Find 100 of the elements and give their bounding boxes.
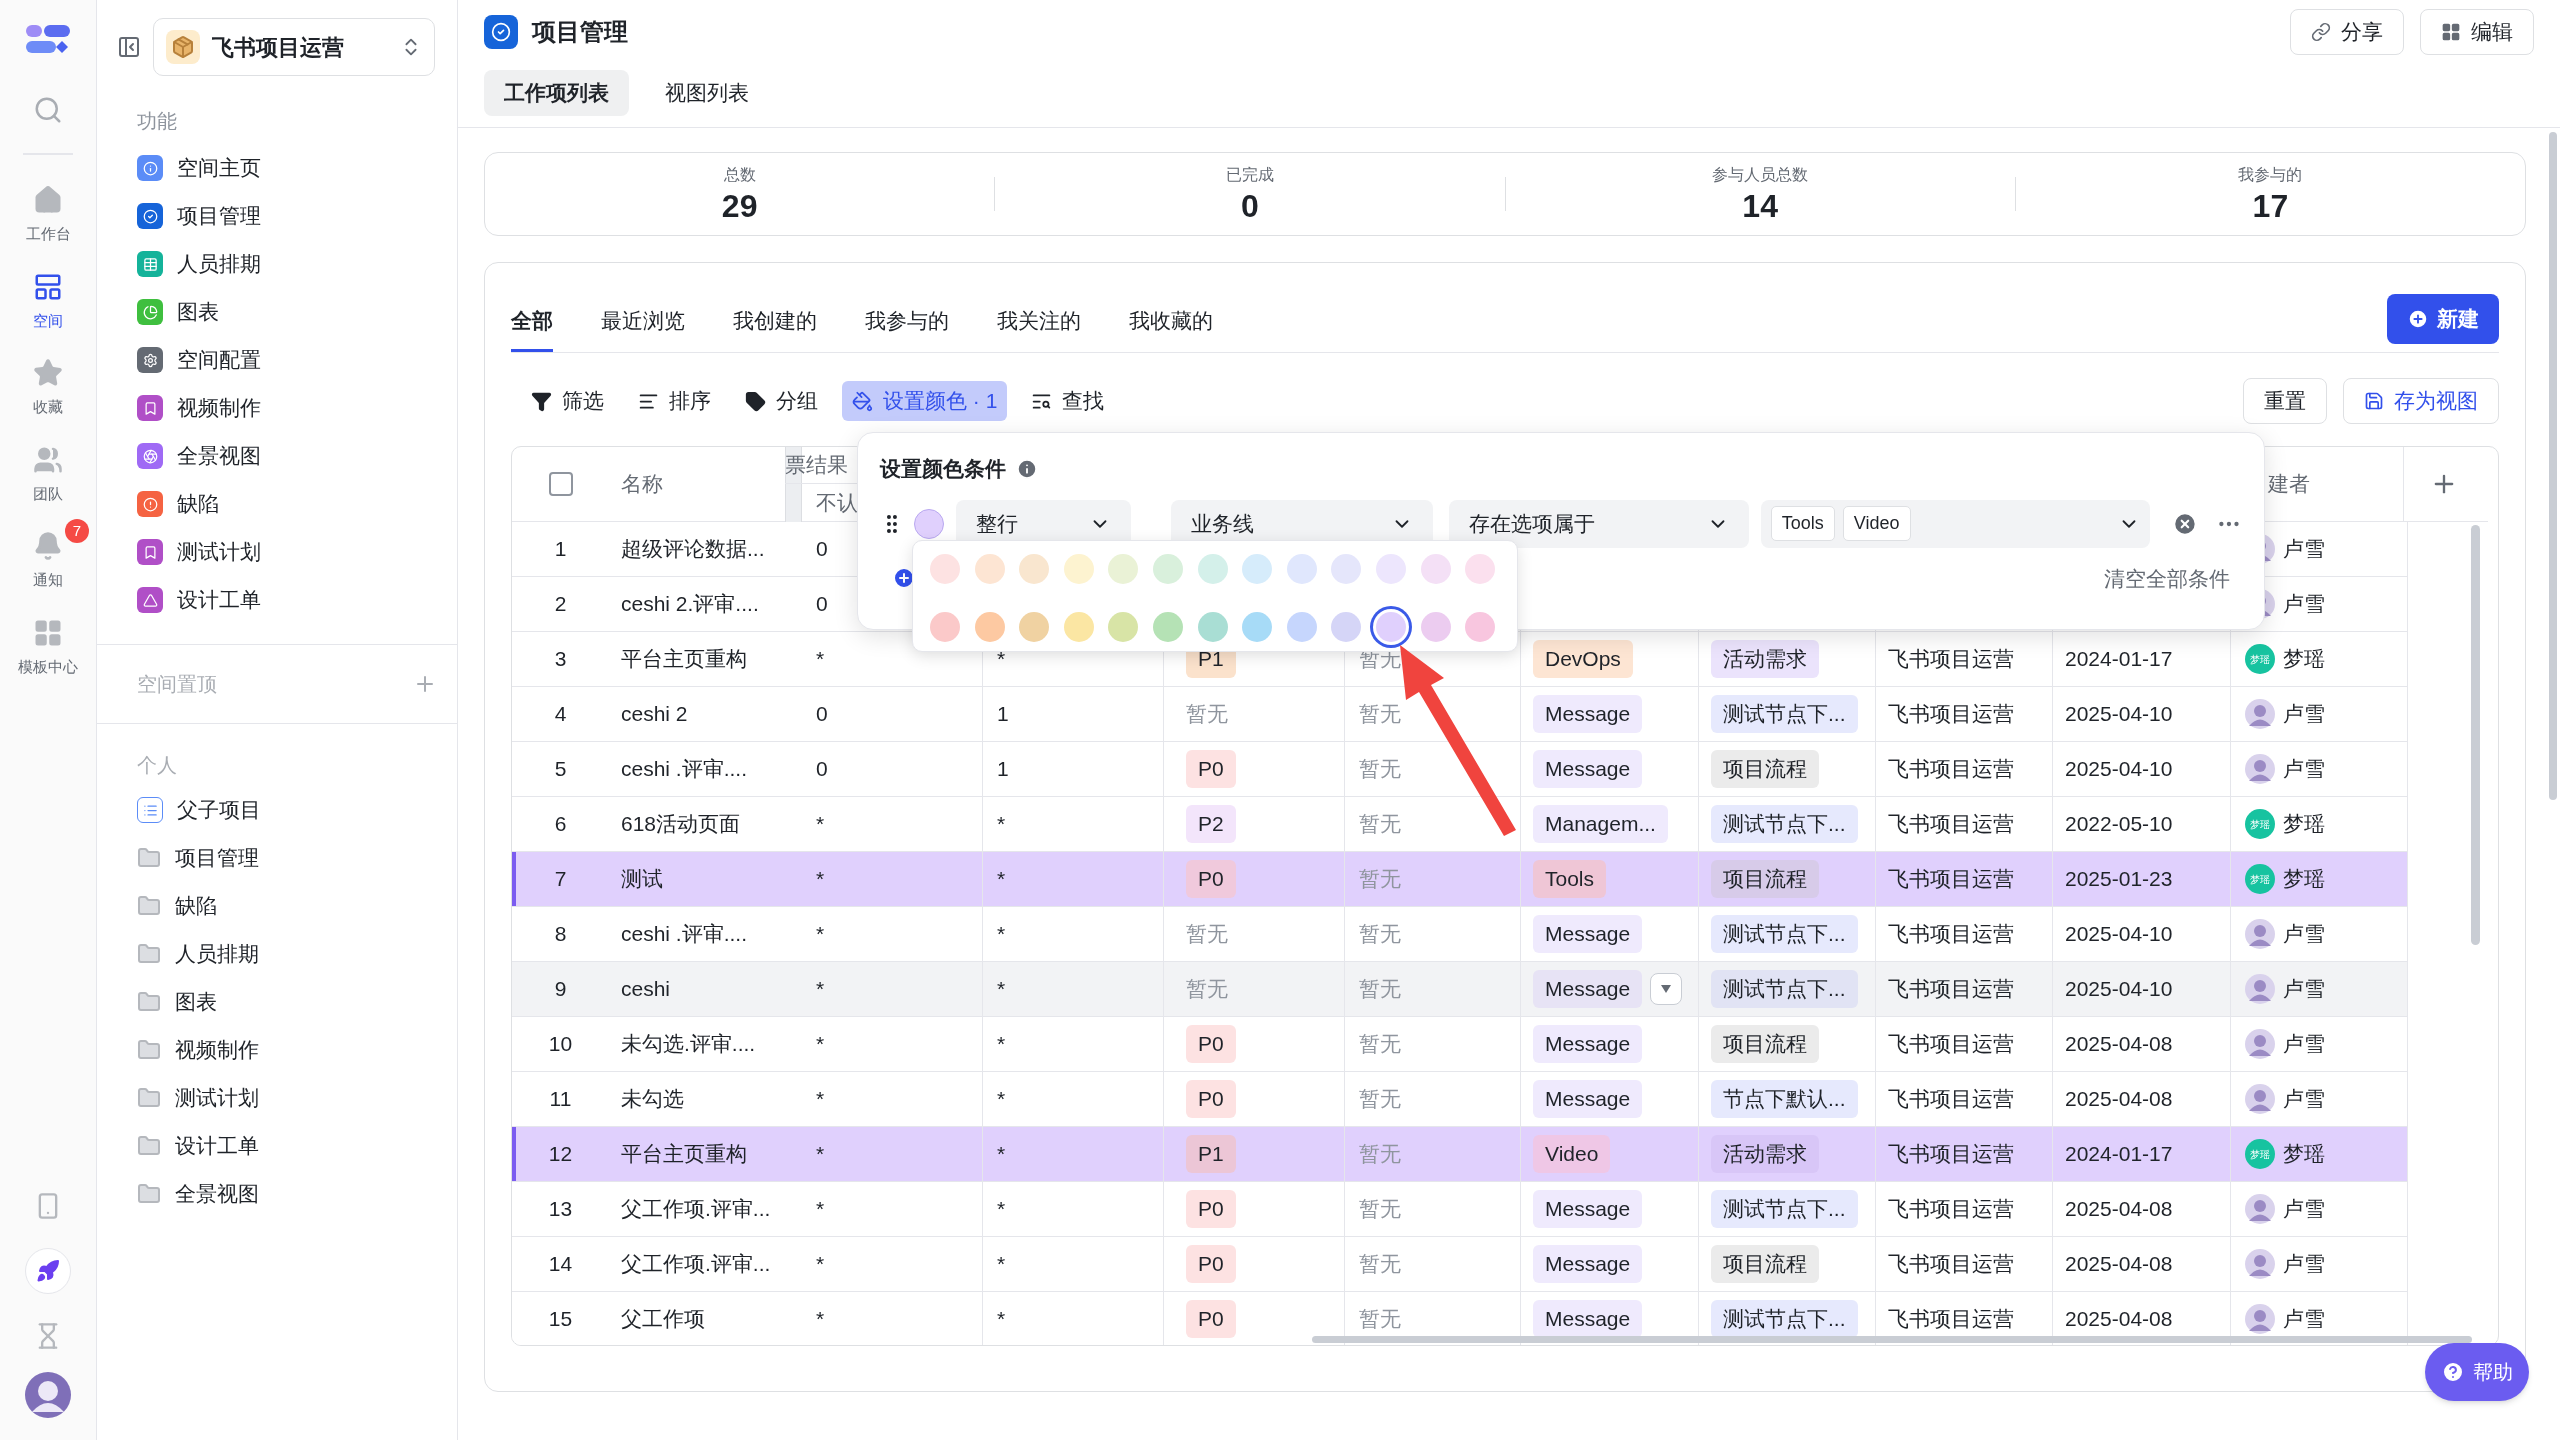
- color-option[interactable]: [930, 554, 960, 584]
- color-option[interactable]: [1242, 554, 1273, 584]
- filter-tab[interactable]: 我收藏的: [1129, 292, 1213, 352]
- save-view-button[interactable]: 存为视图: [2343, 378, 2499, 424]
- sidebar-item[interactable]: 全景视图: [97, 1170, 457, 1218]
- sidebar-item[interactable]: 测试计划: [97, 528, 457, 576]
- dropdown-button[interactable]: [1650, 973, 1683, 1005]
- color-option[interactable]: [1197, 612, 1228, 642]
- color-option[interactable]: [1019, 554, 1050, 584]
- sidebar-item[interactable]: 视频制作: [97, 1026, 457, 1074]
- filter-tab[interactable]: 我关注的: [997, 292, 1081, 352]
- select-field[interactable]: 存在选项属于: [1448, 499, 1749, 548]
- sidebar-item[interactable]: 项目管理: [97, 834, 457, 882]
- rail-item[interactable]: 通知: [33, 531, 63, 592]
- color-option[interactable]: [1375, 554, 1406, 584]
- toolbar-button[interactable]: 排序: [628, 381, 721, 421]
- color-option[interactable]: [1152, 612, 1183, 642]
- color-option[interactable]: [1108, 554, 1139, 584]
- color-option[interactable]: [1197, 554, 1228, 584]
- sidebar-item[interactable]: 图表: [97, 978, 457, 1026]
- color-option[interactable]: [1286, 612, 1317, 642]
- view-tab[interactable]: 工作项列表: [484, 70, 629, 116]
- item-name[interactable]: ceshi 2.评审....: [621, 588, 759, 620]
- rail-item[interactable]: 团队: [33, 444, 63, 505]
- sidebar-item[interactable]: 全景视图: [97, 432, 457, 480]
- color-option[interactable]: [1108, 612, 1139, 642]
- new-button[interactable]: 新建: [2387, 294, 2499, 344]
- selected-chip[interactable]: Video: [1842, 506, 1911, 541]
- sidebar-item[interactable]: 人员排期: [97, 240, 457, 288]
- item-name[interactable]: 测试: [621, 863, 663, 895]
- item-name[interactable]: ceshi .评审....: [621, 753, 748, 785]
- item-name[interactable]: 父工作项.评审...: [621, 1248, 771, 1280]
- item-name[interactable]: 未勾选: [621, 1083, 684, 1115]
- sidebar-item[interactable]: 空间配置: [97, 336, 457, 384]
- sidebar-item[interactable]: 设计工单: [97, 576, 457, 624]
- color-option[interactable]: [1152, 554, 1183, 584]
- table-row[interactable]: 4 ceshi 2 0 1 暂无 暂无 Message 测试节点下... 飞书项目运营 2025-04-10 卢雪: [512, 687, 2408, 742]
- color-swatch[interactable]: [913, 508, 944, 539]
- color-option[interactable]: [1331, 554, 1362, 584]
- column-header[interactable]: 名称: [621, 468, 663, 500]
- toolbar-button[interactable]: 分组: [735, 381, 828, 421]
- sidebar-item[interactable]: 缺陷: [97, 882, 457, 930]
- item-name[interactable]: 618活动页面: [621, 808, 741, 840]
- item-name[interactable]: 父工作项: [621, 1303, 705, 1335]
- color-option[interactable]: [1465, 612, 1496, 642]
- table-row[interactable]: 8 ceshi .评审.... * * 暂无 暂无 Message 测试节点下... 飞书项目运营 2025-04-10 卢雪: [512, 907, 2408, 962]
- color-option[interactable]: [1420, 612, 1451, 642]
- table-row[interactable]: 12 平台主页重构 * * P1 暂无 Video 活动需求 飞书项目运营 2024-01-17 梦瑶 梦瑶: [512, 1127, 2408, 1182]
- table-row[interactable]: 13 父工作项.评审... * * P0 暂无 Message 测试节点下... 飞书项目运营 2025-04-08 卢雪: [512, 1182, 2408, 1237]
- filter-tab[interactable]: 最近浏览: [601, 292, 685, 352]
- space-selector[interactable]: 飞书项目运营: [153, 18, 435, 76]
- filter-tab[interactable]: 我参与的: [865, 292, 949, 352]
- sidebar-item[interactable]: 图表: [97, 288, 457, 336]
- item-name[interactable]: ceshi: [621, 973, 671, 1005]
- rail-item[interactable]: 模板中心: [18, 617, 78, 678]
- color-option[interactable]: [930, 612, 960, 642]
- clear-all-link[interactable]: 清空全部条件: [2104, 562, 2230, 594]
- color-option[interactable]: [1286, 554, 1317, 584]
- collapse-icon[interactable]: [117, 35, 141, 59]
- user-avatar[interactable]: [25, 1372, 71, 1418]
- item-name[interactable]: 平台主页重构: [621, 1138, 747, 1170]
- column-header[interactable]: 不认: [816, 486, 858, 519]
- selected-chip[interactable]: Tools: [1770, 506, 1835, 541]
- item-name[interactable]: ceshi 2: [621, 698, 688, 730]
- sidebar-item[interactable]: 测试计划: [97, 1074, 457, 1122]
- table-row[interactable]: 6 618活动页面 * * P2 暂无 Managem... 测试节点下... 飞书项目运营 2022-05-10 梦瑶 梦瑶: [512, 797, 2408, 852]
- sidebar-item[interactable]: 人员排期: [97, 930, 457, 978]
- color-option[interactable]: [1063, 612, 1094, 642]
- share-button[interactable]: 分享: [2290, 9, 2404, 55]
- edit-button[interactable]: 编辑: [2420, 9, 2534, 55]
- color-option[interactable]: [974, 554, 1005, 584]
- table-row[interactable]: 7 测试 * * P0 暂无 Tools 项目流程 飞书项目运营 2025-01-23 梦瑶 梦瑶: [512, 852, 2408, 907]
- sidebar-item[interactable]: 设计工单: [97, 1122, 457, 1170]
- scrollbar[interactable]: [2471, 525, 2480, 945]
- color-option[interactable]: [974, 612, 1005, 642]
- column-header[interactable]: 票结果: [785, 449, 848, 481]
- color-option[interactable]: [1420, 554, 1451, 584]
- multi-select-field[interactable]: Tools Video: [1760, 499, 2151, 548]
- search-icon[interactable]: [33, 95, 63, 125]
- table-row[interactable]: 10 未勾选.评审.... * * P0 暂无 Message 项目流程 飞书项目运营 2025-04-08 卢雪: [512, 1017, 2408, 1072]
- toolbar-button[interactable]: 设置颜色 · 1: [842, 381, 1008, 421]
- sidebar-item[interactable]: 视频制作: [97, 384, 457, 432]
- checkbox[interactable]: [548, 472, 573, 496]
- rail-item[interactable]: 收藏: [33, 358, 63, 419]
- color-option[interactable]: [1063, 554, 1094, 584]
- item-name[interactable]: 超级评论数据...: [621, 533, 765, 565]
- toolbar-button[interactable]: 查找: [1021, 381, 1115, 421]
- rocket-button[interactable]: [25, 1248, 71, 1294]
- filter-tab[interactable]: 我创建的: [733, 292, 817, 352]
- scrollbar[interactable]: [2549, 132, 2557, 800]
- item-name[interactable]: 平台主页重构: [621, 643, 747, 675]
- filter-tab[interactable]: 全部: [511, 292, 553, 352]
- view-tab[interactable]: 视图列表: [645, 70, 769, 116]
- table-row[interactable]: 9 ceshi * * 暂无 暂无 Message 测试节点下... 飞书项目运营 2025-04-10 卢雪: [512, 962, 2408, 1017]
- rail-item[interactable]: 空间: [33, 271, 63, 332]
- item-name[interactable]: ceshi .评审....: [621, 918, 748, 950]
- color-option[interactable]: [1465, 554, 1496, 584]
- table-row[interactable]: 5 ceshi .评审.... 0 1 P0 暂无 Message 项目流程 飞书项目运营 2025-04-10 卢雪: [512, 742, 2408, 797]
- rail-item[interactable]: 工作台: [25, 185, 71, 246]
- help-button[interactable]: 帮助: [2425, 1343, 2529, 1401]
